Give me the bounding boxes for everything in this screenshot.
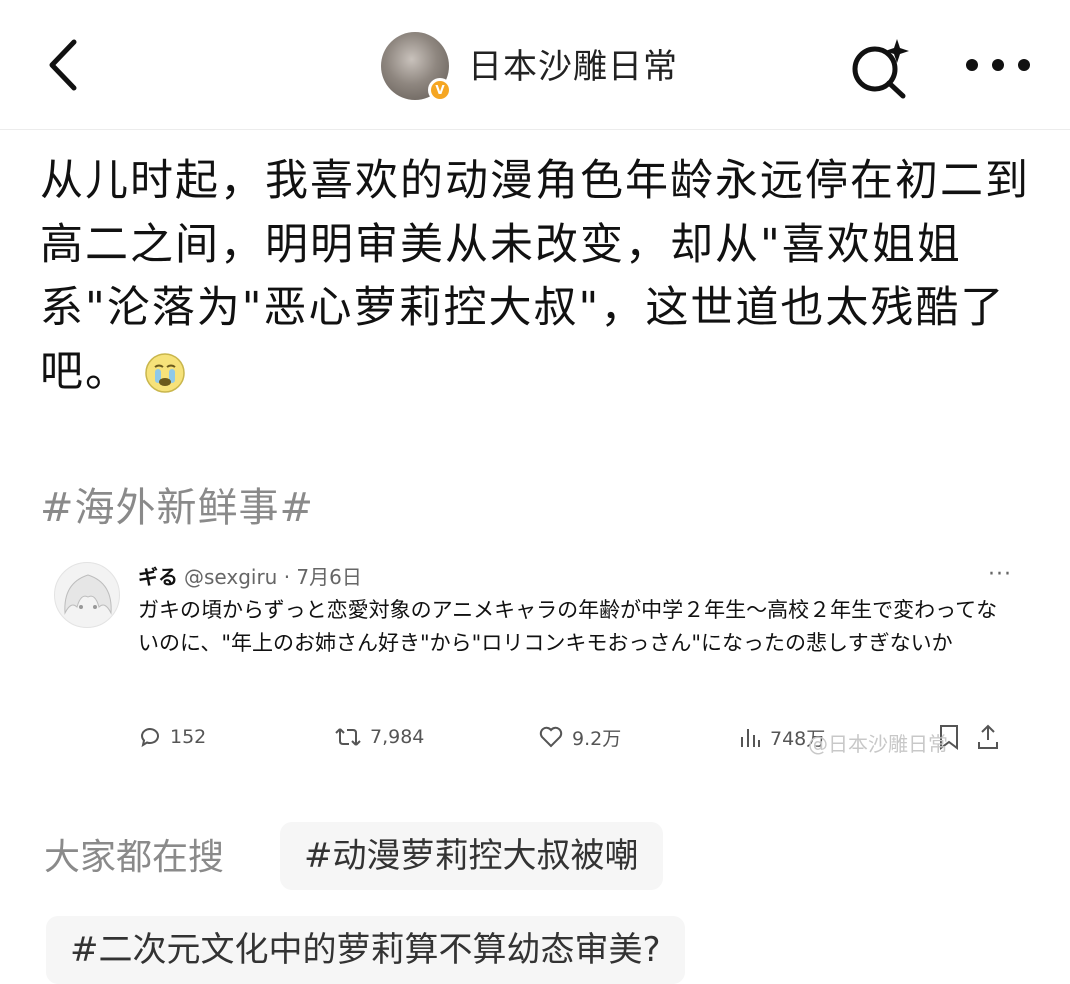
heart-icon (539, 726, 563, 748)
retweet-icon (335, 728, 361, 746)
tweet-author-name: ギる (138, 565, 178, 589)
more-horizontal-icon (966, 59, 1030, 71)
tweet-handle-date: @sexgiru · 7月6日 (184, 565, 362, 589)
topic-hashtag[interactable]: #海外新鲜事# (40, 478, 314, 538)
search-button[interactable] (842, 30, 918, 106)
like-count: 9.2万 (572, 727, 622, 750)
reply-icon (140, 728, 159, 748)
tweet-avatar (54, 562, 120, 628)
anime-avatar-icon (64, 574, 112, 615)
watermark: @日本沙雕日常 (808, 732, 948, 756)
post-body: 从儿时起，我喜欢的动漫角色年龄永远停在初二到高二之间，明明审美从未改变，却从"喜… (40, 150, 1045, 404)
tweet-like-stat: 9.2万 (538, 720, 621, 754)
sparkle-search-icon (852, 39, 909, 99)
back-button[interactable] (34, 30, 90, 100)
views-bar-icon (741, 729, 760, 747)
tweet-header: ギる @sexgiru · 7月6日 (138, 562, 362, 592)
tweet-text: ガキの頃からずっと恋愛対象のアニメキャラの年齢が中学２年生〜高校２年生で変わって… (138, 598, 998, 655)
crying-face-emoji-icon (145, 352, 185, 393)
retweet-count: 7,984 (370, 726, 425, 748)
reply-count: 152 (170, 726, 207, 748)
tweet-reply-stat: 152 (138, 720, 206, 754)
tweet-retweet-stat: 7,984 (334, 720, 424, 754)
account-name[interactable]: 日本沙雕日常 (468, 42, 678, 92)
weibo-post-page: V 日本沙雕日常 从儿时起，我喜欢的动漫角色年龄永远停在初二到高二之间，明明审美… (0, 0, 1070, 984)
post-text: 从儿时起，我喜欢的动漫角色年龄永远停在初二到高二之间，明明审美从未改变，却从"喜… (40, 156, 1030, 397)
chevron-left-icon (49, 39, 77, 91)
tweet-bookmark-share (938, 720, 1008, 754)
verified-badge: V (428, 78, 452, 102)
trending-search-chip[interactable]: #二次元文化中的萝莉算不算幼态审美? (46, 916, 685, 984)
more-options-button[interactable] (960, 40, 1036, 90)
share-icon (978, 724, 998, 749)
trending-searches-label: 大家都在搜 (44, 837, 225, 878)
top-nav-bar: V 日本沙雕日常 (0, 0, 1070, 130)
tweet-more-icon: ··· (988, 562, 1012, 587)
trending-search-chip[interactable]: #动漫萝莉控大叔被嘲 (280, 822, 663, 890)
